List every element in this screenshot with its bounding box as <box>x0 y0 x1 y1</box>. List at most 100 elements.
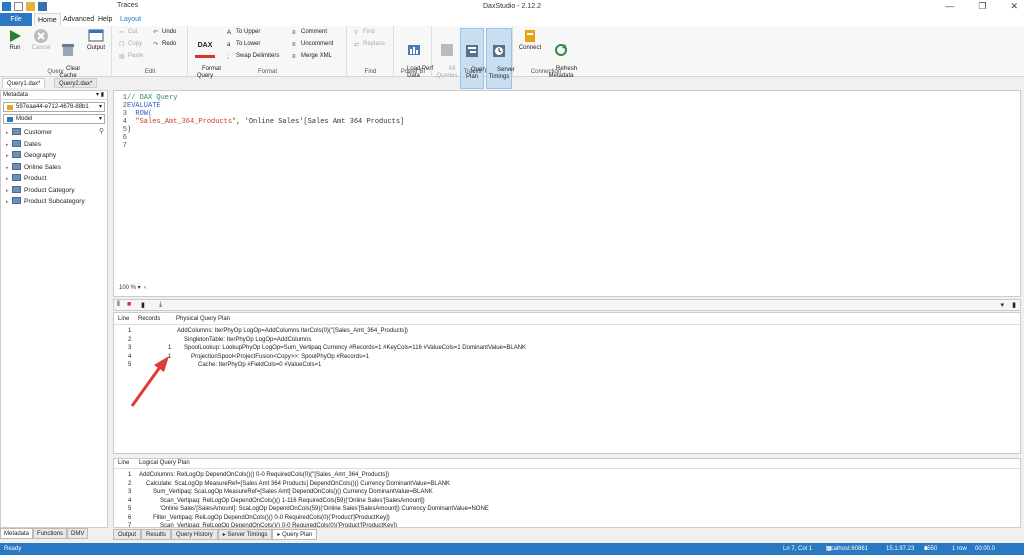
tab-query-plan[interactable]: ▸ Query Plan <box>272 529 318 540</box>
find-group-label: Find <box>364 69 377 75</box>
connection-group: Connect Refresh Metadata Connection <box>514 26 578 79</box>
line-number: 7 <box>122 142 127 150</box>
table-icon <box>12 128 21 135</box>
restore-icon[interactable]: ❐ <box>978 1 986 12</box>
table-row[interactable]: 4 Scan_Vertipaq: RelLogOp DependOnCols()(… <box>114 497 1020 506</box>
database-selector[interactable]: 597eaa44-e712-4678-88b1 ▾ <box>3 102 105 112</box>
tab-output[interactable]: Output <box>113 529 142 540</box>
tab-file[interactable]: File <box>0 13 32 26</box>
col-line[interactable]: Line <box>118 315 129 324</box>
tab-functions[interactable]: Functions <box>33 528 68 539</box>
connect-button[interactable]: Connect <box>517 28 543 52</box>
table-row[interactable]: 4 1 ProjectionSpool<ProjectFusion<Copy>>: … <box>114 353 1020 362</box>
table-item[interactable]: ▸ Product Subcategory <box>1 196 107 208</box>
chevron-down-icon: ▾ <box>98 104 102 110</box>
zoom-level[interactable]: 100 % ▾ ‹ <box>119 284 146 291</box>
line-number: 2 <box>122 102 127 110</box>
server-timings-icon <box>491 43 507 59</box>
to-lower-button[interactable]: a To Lower <box>227 40 260 49</box>
table-row[interactable]: 2 SingletonTable: IterPhyOp LogOp=AddColu… <box>114 336 1020 345</box>
load-perf-data-icon <box>406 42 422 58</box>
table-item[interactable]: ▸ Online Sales <box>1 162 107 174</box>
table-label: Customer <box>24 129 53 136</box>
code-line[interactable]: ROW( <box>127 110 152 118</box>
tab-metadata[interactable]: Metadata <box>0 528 34 539</box>
tab-home[interactable]: Home <box>34 13 61 26</box>
server-version: 15.1.97.23 <box>886 546 915 552</box>
table-row[interactable]: 3 Sum_Vertipaq: ScaLogOp MeasureRef=[Sale… <box>114 488 1020 497</box>
cancel-button[interactable]: Cancel <box>29 28 53 52</box>
find-button[interactable]: ⚲ Find <box>354 28 375 37</box>
pause-icon[interactable]: ‖ <box>117 301 120 308</box>
table-row[interactable]: 2 Calculate: ScaLogOp MeasureRef=[Sales A… <box>114 480 1020 489</box>
output-button[interactable]: Output <box>83 28 109 52</box>
query-editor[interactable]: 1// DAX Query 2 EVALUATE 3 ROW(4 "Sales_Amt… <box>113 90 1021 297</box>
close-icon[interactable]: ✕ <box>1010 1 1018 12</box>
tab-advanced[interactable]: Advanced <box>60 13 97 26</box>
doc-tab-query2[interactable]: Query2.dax* <box>54 78 98 88</box>
search-icon[interactable]: ⚲ <box>99 127 104 135</box>
table-row[interactable]: 6 Filter_Vertipaq: RelLogOp DependOnCols(… <box>114 514 1020 523</box>
table-item[interactable]: ▸ Dates <box>1 139 107 151</box>
stop-icon[interactable]: ■ <box>127 301 131 308</box>
redo-button[interactable]: ↷ Redo <box>153 40 176 49</box>
tab-help[interactable]: Help <box>95 13 115 26</box>
table-item[interactable]: ▸ Product Category <box>1 185 107 197</box>
metadata-header: Metadata ▾ ▮ <box>1 91 107 100</box>
col-line[interactable]: Line <box>118 459 129 468</box>
copy-button[interactable]: ❐ Copy <box>119 40 142 49</box>
col-physical-plan[interactable]: Physical Query Plan <box>176 315 230 324</box>
pin-icon[interactable]: ▮ <box>1012 301 1016 309</box>
export-icon[interactable]: ⤓ <box>159 301 162 309</box>
line-number: 1 <box>122 94 127 102</box>
tab-query-history[interactable]: Query History <box>171 529 218 540</box>
query-group: Run Cancel Clear Cache Output Query <box>0 26 112 79</box>
ribbon: Run Cancel Clear Cache Output Query ✂ Cut… <box>0 26 1024 89</box>
code-line[interactable]: "Sales_Amt_364_Products", 'Online Sales'… <box>127 118 404 126</box>
tab-layout[interactable]: Layout <box>117 13 144 26</box>
table-item[interactable]: ▸ Customer <box>1 127 107 139</box>
cursor-position: Ln 7, Col 1 <box>783 546 813 552</box>
table-row[interactable]: 7 Scan_Vertipaq: RelLogOp DependOnCols()(… <box>114 522 1020 527</box>
uncomment-button[interactable]: ≡ Uncomment <box>292 40 333 49</box>
undo-button[interactable]: ↶ Undo <box>153 28 176 37</box>
code-token: // DAX Query <box>127 94 178 102</box>
panel-dropdown-icon[interactable]: ▾ <box>1000 301 1004 309</box>
model-selector[interactable]: Model ▾ <box>3 114 105 124</box>
ribbon-tabs: File Home Advanced Help Layout <box>0 13 1024 26</box>
clear-icon[interactable]: ▮ <box>141 301 145 309</box>
comment-button[interactable]: ≡ Comment <box>292 28 327 37</box>
col-records[interactable]: Records <box>138 315 160 324</box>
swap-delimiters-button[interactable]: ; Swap Delimiters <box>227 52 279 61</box>
tab-results[interactable]: Results <box>141 529 172 540</box>
table-row[interactable]: 5 Cache: IterPhyOp #FieldCols=0 #ValueCol… <box>114 361 1020 370</box>
paste-button[interactable]: ▤ Paste <box>119 52 143 61</box>
refresh-icon <box>553 42 569 58</box>
cancel-icon <box>33 28 49 44</box>
edit-group-label: Edit <box>144 69 156 75</box>
tab-dmv[interactable]: DMV <box>67 528 89 539</box>
table-row[interactable]: 5 'Online Sales'[SalesAmount]: ScaLogOp D… <box>114 505 1020 514</box>
merge-xml-button[interactable]: ≡ Merge XML <box>292 52 332 61</box>
pin-icon[interactable]: ▾ ▮ <box>96 91 104 100</box>
run-button[interactable]: Run <box>4 28 26 52</box>
table-row[interactable]: 1 AddColumns: RelLogOp DependOnCols()() 0… <box>114 471 1020 480</box>
query-plan-icon <box>464 43 480 59</box>
replace-button[interactable]: ⇄ Replace <box>354 40 385 49</box>
doc-tab-query1[interactable]: Query1.dax* <box>2 78 46 88</box>
minimize-icon[interactable]: — <box>945 1 954 12</box>
code-line[interactable]: EVALUATE <box>127 102 161 110</box>
col-logical-plan[interactable]: Logical Query Plan <box>139 459 190 468</box>
row-line-number: 2 <box>128 480 132 487</box>
tab-server-timings[interactable]: ▸ Server Timings <box>217 529 273 540</box>
to-upper-button[interactable]: A To Upper <box>227 28 260 37</box>
table-label: Product Subcategory <box>24 198 85 205</box>
copy-icon: ❐ <box>119 42 125 48</box>
code-line[interactable]: ) <box>127 126 131 134</box>
table-item[interactable]: ▸ Geography <box>1 150 107 162</box>
cut-button[interactable]: ✂ Cut <box>119 28 137 37</box>
table-row[interactable]: 1 AddColumns: IterPhyOp LogOp=AddColumns … <box>114 327 1020 336</box>
code-line[interactable]: // DAX Query <box>127 94 177 102</box>
table-item[interactable]: ▸ Product <box>1 173 107 185</box>
table-row[interactable]: 3 1 SpoolLookup: LookupPhyOp LogOp=Sum_Ver… <box>114 344 1020 353</box>
